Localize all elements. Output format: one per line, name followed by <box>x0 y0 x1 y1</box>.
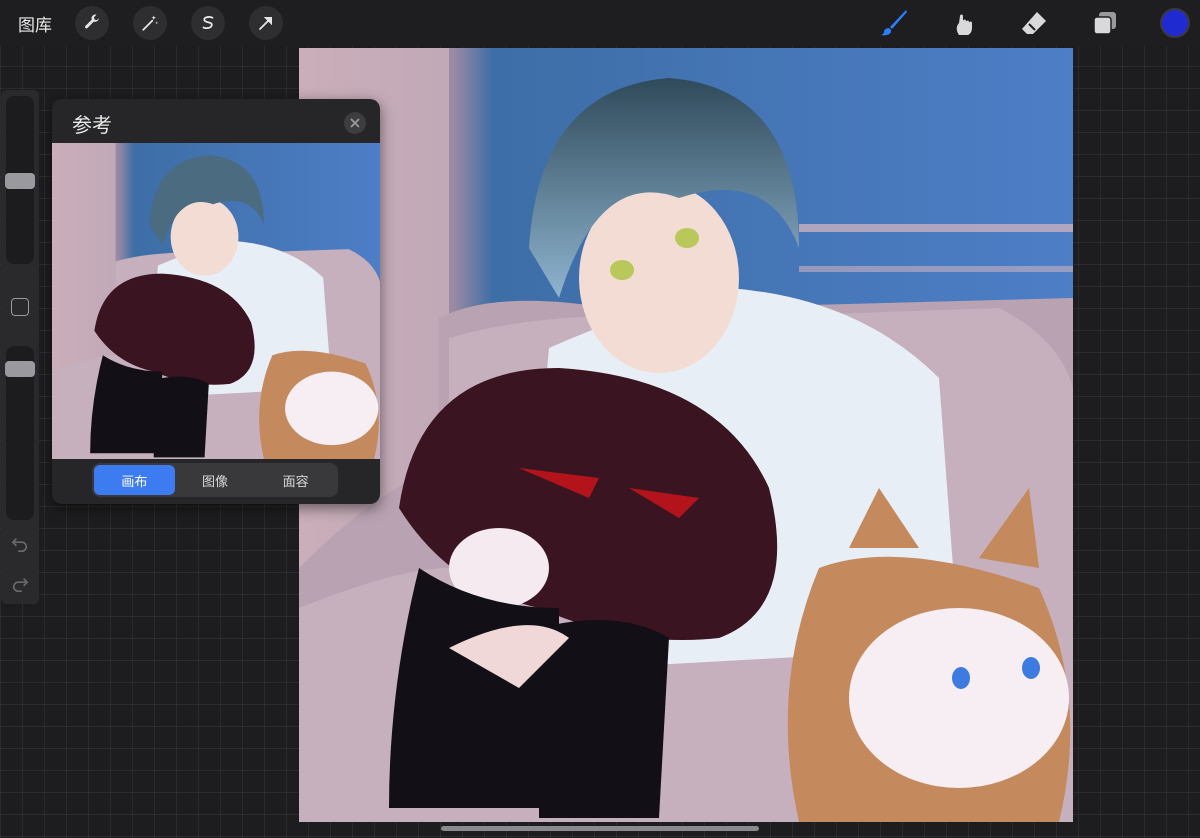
layers-button[interactable] <box>1089 7 1121 39</box>
selection-icon <box>202 16 214 30</box>
smudge-tool-button[interactable] <box>948 7 980 39</box>
reference-title: 参考 <box>72 113 112 137</box>
eraser-icon <box>1022 12 1046 34</box>
home-indicator[interactable] <box>441 826 759 831</box>
wrench-icon <box>85 14 99 29</box>
reference-panel: 参考 画布 图像 面容 <box>52 99 380 504</box>
color-picker-button[interactable] <box>1160 8 1190 38</box>
tab-canvas[interactable]: 画布 <box>94 465 175 495</box>
actions-button[interactable] <box>75 6 109 40</box>
drawing-canvas[interactable] <box>299 48 1073 822</box>
modify-button[interactable] <box>11 298 29 316</box>
smudge-icon <box>956 14 972 35</box>
artwork-illustration <box>299 48 1073 822</box>
reference-thumbnail <box>52 143 380 459</box>
layers-icon <box>1093 12 1116 35</box>
transform-arrow-icon <box>259 17 272 30</box>
adjustments-button[interactable] <box>133 6 167 40</box>
top-toolbar: 图库 <box>0 0 1200 46</box>
brush-opacity-slider-thumb[interactable] <box>5 361 35 377</box>
undo-icon <box>11 538 28 553</box>
gallery-button[interactable]: 图库 <box>18 11 52 36</box>
magic-wand-icon <box>142 15 159 31</box>
selection-button[interactable] <box>191 6 225 40</box>
transform-button[interactable] <box>249 6 283 40</box>
brush-size-slider-thumb[interactable] <box>5 173 35 189</box>
redo-button[interactable] <box>10 574 30 594</box>
reference-artwork-thumbnail <box>52 143 380 459</box>
brush-icon <box>880 10 907 36</box>
reference-close-button[interactable] <box>344 112 366 134</box>
tab-image[interactable]: 图像 <box>175 465 256 495</box>
undo-button[interactable] <box>10 534 30 554</box>
close-icon <box>350 118 360 128</box>
redo-icon <box>12 578 29 593</box>
tab-face[interactable]: 面容 <box>255 465 336 495</box>
reference-mode-tabs: 画布 图像 面容 <box>92 463 338 497</box>
brush-tool-button[interactable] <box>878 7 910 39</box>
eraser-tool-button[interactable] <box>1018 7 1050 39</box>
left-sidebar <box>1 90 39 604</box>
